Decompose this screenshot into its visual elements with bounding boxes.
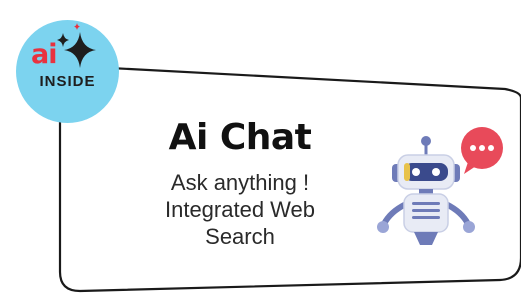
ai-chat-card: ai INSIDE Ai Chat Ask anything ! Integra… bbox=[0, 0, 521, 297]
card-line-2: Integrated Web bbox=[164, 197, 316, 222]
card-title: Ai Chat bbox=[168, 117, 312, 158]
badge-inside-text: INSIDE bbox=[39, 73, 96, 90]
ai-inside-badge: ai INSIDE bbox=[16, 20, 119, 123]
robot-icon bbox=[377, 127, 503, 245]
sparkle-icon bbox=[57, 23, 96, 68]
badge-ai-text: ai bbox=[31, 39, 58, 70]
card-line-3: Search bbox=[205, 224, 275, 249]
card-line-1: Ask anything ! bbox=[170, 170, 310, 195]
chat-bubble-icon bbox=[461, 127, 503, 174]
